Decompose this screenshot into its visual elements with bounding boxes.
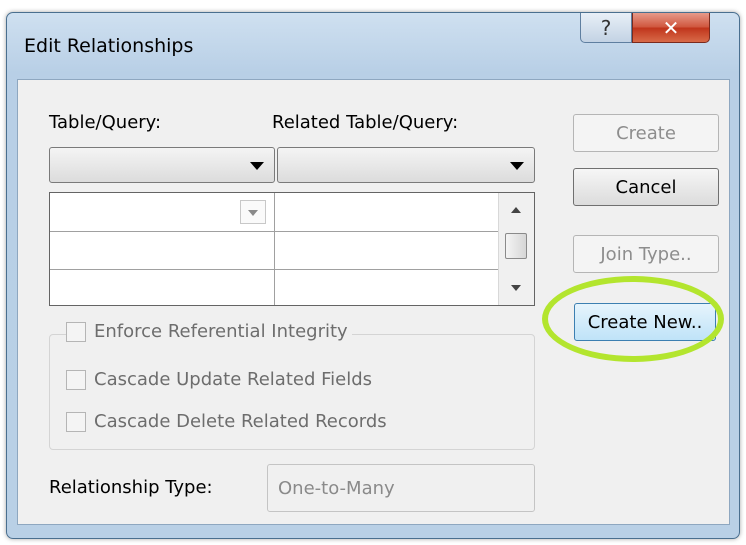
relationship-type-value: One-to-Many bbox=[267, 464, 535, 512]
help-button[interactable]: ? bbox=[580, 13, 632, 43]
checkbox-box bbox=[66, 369, 86, 390]
chevron-down-icon bbox=[510, 162, 524, 170]
grid-column-divider bbox=[274, 193, 275, 305]
cascade-update-checkbox[interactable]: Cascade Update Related Fields bbox=[66, 369, 372, 390]
close-button[interactable]: ✕ bbox=[632, 13, 710, 43]
integrity-options-group bbox=[49, 334, 535, 450]
cancel-button[interactable]: Cancel bbox=[573, 168, 719, 206]
related-table-query-combo[interactable] bbox=[277, 147, 535, 183]
cascade-update-label: Cascade Update Related Fields bbox=[94, 369, 373, 390]
scroll-up-icon[interactable] bbox=[511, 207, 521, 213]
help-icon: ? bbox=[600, 15, 612, 40]
relationship-type-label: Relationship Type: bbox=[49, 477, 213, 498]
highlight-annotation-ring bbox=[542, 276, 724, 362]
grid-vertical-scrollbar[interactable] bbox=[498, 193, 534, 305]
scroll-down-icon[interactable] bbox=[511, 285, 521, 291]
close-icon: ✕ bbox=[662, 15, 680, 40]
related-table-query-label: Related Table/Query: bbox=[272, 112, 459, 133]
cascade-delete-checkbox[interactable]: Cascade Delete Related Records bbox=[66, 411, 387, 432]
create-button[interactable]: Create bbox=[573, 114, 719, 152]
table-query-combo[interactable] bbox=[49, 147, 275, 183]
enforce-referential-integrity-checkbox[interactable]: Enforce Referential Integrity bbox=[66, 321, 352, 342]
checkbox-box bbox=[66, 411, 86, 432]
scroll-thumb[interactable] bbox=[505, 233, 527, 259]
join-type-button[interactable]: Join Type.. bbox=[573, 235, 719, 273]
cascade-delete-label: Cascade Delete Related Records bbox=[94, 411, 387, 432]
enforce-referential-integrity-label: Enforce Referential Integrity bbox=[94, 321, 348, 342]
field-dropdown-icon[interactable] bbox=[240, 200, 266, 224]
table-query-label: Table/Query: bbox=[49, 112, 162, 133]
field-mapping-grid[interactable] bbox=[49, 192, 535, 306]
chevron-down-icon bbox=[250, 162, 264, 170]
checkbox-box bbox=[66, 321, 86, 342]
window-title: Edit Relationships bbox=[24, 35, 194, 57]
